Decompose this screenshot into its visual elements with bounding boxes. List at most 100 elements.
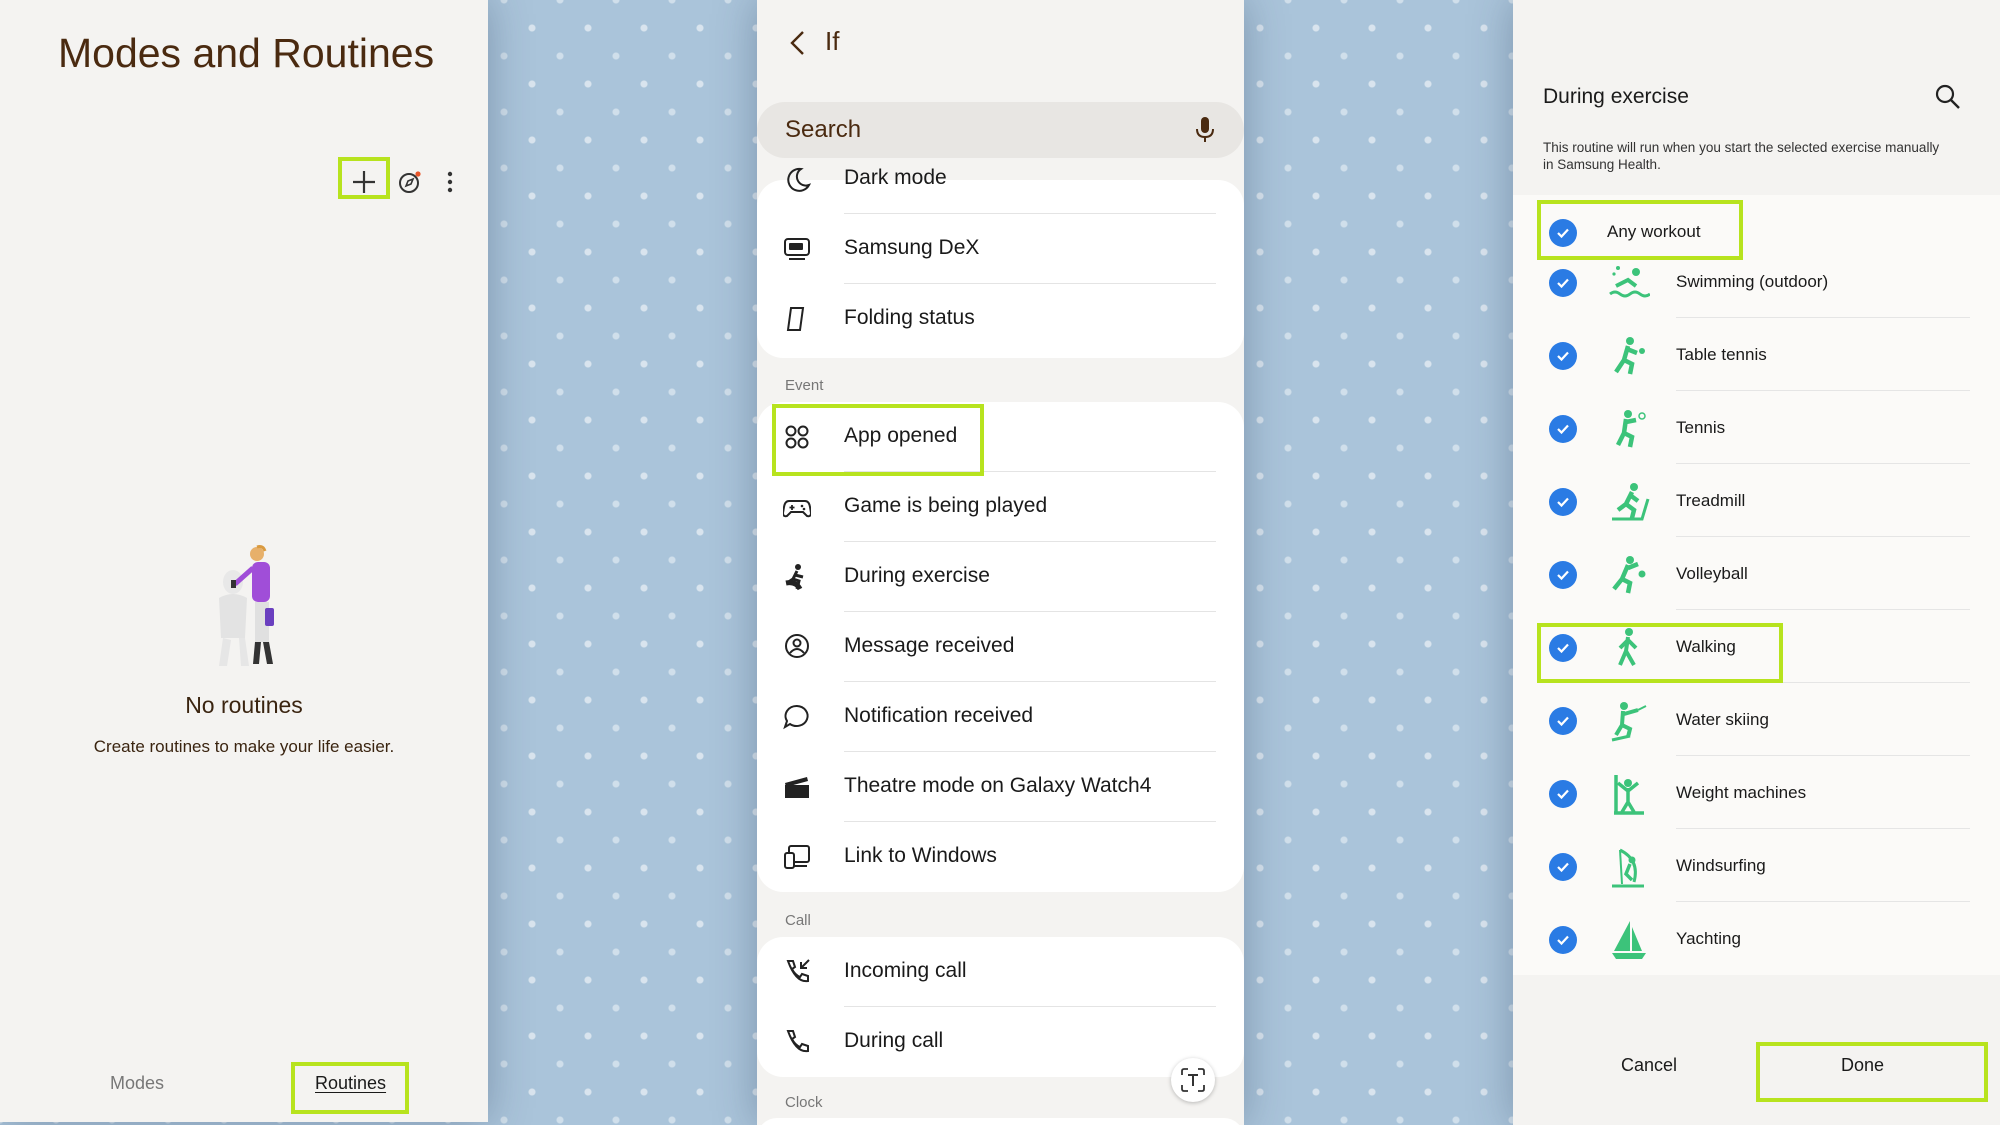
water-skiing-icon bbox=[1611, 702, 1647, 742]
volleyball-icon bbox=[1612, 556, 1646, 594]
highlight-add-button bbox=[338, 157, 390, 199]
clapperboard-icon bbox=[785, 777, 809, 798]
checkbox-checked[interactable] bbox=[1549, 926, 1577, 954]
swimming-icon bbox=[1609, 266, 1650, 298]
checkbox-checked[interactable] bbox=[1549, 561, 1577, 589]
if-conditions-screen: If Search Dark mode Samsung DeX Folding … bbox=[757, 0, 1244, 1125]
notification-bubble-icon bbox=[783, 704, 809, 730]
call-conditions-card: Incoming call During call bbox=[757, 937, 1244, 1077]
list-item-label: Link to Windows bbox=[844, 844, 997, 867]
list-item-label: Windsurfing bbox=[1676, 856, 1766, 875]
list-item-label: Notification received bbox=[844, 704, 1034, 727]
list-item-exercise[interactable]: Weight machines bbox=[1513, 756, 2000, 829]
list-item-label: Yachting bbox=[1676, 929, 1741, 948]
no-routines-illustration bbox=[219, 545, 274, 666]
gamepad-icon bbox=[783, 500, 811, 518]
check-icon bbox=[1557, 862, 1569, 873]
checkbox-checked[interactable] bbox=[1549, 269, 1577, 297]
list-item-label: Game is being played bbox=[844, 494, 1048, 517]
microphone-icon[interactable] bbox=[1194, 116, 1216, 144]
list-item-exercise[interactable]: Tennis bbox=[1513, 391, 2000, 464]
check-icon bbox=[1557, 716, 1569, 727]
empty-state-subtitle: Create routines to make your life easier… bbox=[93, 737, 395, 756]
tennis-icon bbox=[1615, 410, 1646, 448]
list-item-samsung-dex[interactable]: Samsung DeX bbox=[757, 214, 1244, 284]
section-header-event: Event bbox=[785, 377, 824, 394]
list-item-during-call[interactable]: During call bbox=[757, 1007, 1244, 1077]
checkbox-checked[interactable] bbox=[1549, 707, 1577, 735]
check-icon bbox=[1557, 935, 1569, 946]
discover-button[interactable] bbox=[388, 160, 432, 204]
highlight-done-button bbox=[1756, 1042, 1988, 1102]
weight-machines-icon bbox=[1614, 775, 1644, 815]
back-arrow-icon[interactable] bbox=[783, 26, 813, 60]
list-item-link-to-windows[interactable]: Link to Windows bbox=[757, 822, 1244, 892]
search-icon[interactable] bbox=[1933, 82, 1963, 112]
routines-screen: Modes and Routines No routines Create ro… bbox=[0, 0, 488, 1122]
check-icon bbox=[1557, 497, 1569, 508]
table-tennis-icon bbox=[1614, 337, 1645, 375]
checkbox-checked[interactable] bbox=[1549, 780, 1577, 808]
moon-icon bbox=[787, 167, 811, 192]
phone-icon bbox=[786, 1030, 809, 1053]
checkbox-checked[interactable] bbox=[1549, 415, 1577, 443]
highlight-routines-tab bbox=[291, 1062, 409, 1114]
compass-icon bbox=[399, 171, 421, 193]
list-item-incoming-call[interactable]: Incoming call bbox=[757, 937, 1244, 1007]
message-icon bbox=[785, 634, 809, 658]
header-title: If bbox=[825, 26, 840, 56]
dex-icon bbox=[784, 238, 810, 260]
list-item-label: Weight machines bbox=[1676, 783, 1807, 802]
exercise-list: Any workout Swimming (outdoor) Table tenn… bbox=[1513, 195, 2000, 975]
text-extract-button[interactable] bbox=[1171, 1058, 1215, 1102]
list-item-message-received[interactable]: Message received bbox=[757, 612, 1244, 682]
list-item-exercise[interactable]: Table tennis bbox=[1513, 318, 2000, 391]
page-title: Modes and Routines bbox=[58, 30, 435, 76]
description-text: This routine will run when you start the… bbox=[1543, 140, 1940, 172]
list-item-exercise[interactable]: Treadmill bbox=[1513, 464, 2000, 537]
list-item-game-played[interactable]: Game is being played bbox=[757, 472, 1244, 542]
list-item-notification-received[interactable]: Notification received bbox=[757, 682, 1244, 752]
list-item-exercise[interactable]: Volleyball bbox=[1513, 537, 2000, 610]
fold-phone-icon bbox=[786, 307, 805, 331]
list-item-label: Folding status bbox=[844, 306, 975, 329]
list-item-label: Message received bbox=[844, 634, 1015, 657]
list-item-label: Tennis bbox=[1676, 418, 1726, 437]
highlight-any-workout bbox=[1537, 200, 1743, 260]
highlight-walking bbox=[1537, 623, 1783, 683]
check-icon bbox=[1557, 424, 1569, 435]
highlight-app-opened bbox=[772, 404, 984, 476]
check-icon bbox=[1557, 351, 1569, 362]
list-item-folding-status[interactable]: Folding status bbox=[757, 284, 1244, 354]
check-icon bbox=[1557, 789, 1569, 800]
list-item-label: During call bbox=[844, 1029, 944, 1052]
list-item-label: During exercise bbox=[844, 564, 990, 587]
list-item-label: Water skiing bbox=[1676, 710, 1769, 729]
list-item-dark-mode[interactable]: Dark mode bbox=[757, 144, 1244, 214]
list-item-exercise[interactable]: Water skiing bbox=[1513, 683, 2000, 756]
checkbox-checked[interactable] bbox=[1549, 853, 1577, 881]
list-item-label: Swimming (outdoor) bbox=[1676, 272, 1829, 291]
clock-conditions-card bbox=[757, 1118, 1244, 1125]
checkbox-checked[interactable] bbox=[1549, 342, 1577, 370]
check-icon bbox=[1557, 278, 1569, 289]
list-item-label: Treadmill bbox=[1676, 491, 1746, 510]
list-item-exercise[interactable]: Yachting bbox=[1513, 902, 2000, 975]
checkbox-checked[interactable] bbox=[1549, 488, 1577, 516]
more-options-button[interactable] bbox=[428, 160, 472, 204]
exercise-icon bbox=[785, 564, 804, 591]
list-item-during-exercise[interactable]: During exercise bbox=[757, 542, 1244, 612]
list-item-label: Theatre mode on Galaxy Watch4 bbox=[844, 774, 1152, 797]
list-item-theatre-mode[interactable]: Theatre mode on Galaxy Watch4 bbox=[757, 752, 1244, 822]
list-item-label: Volleyball bbox=[1676, 564, 1748, 583]
nav-tab-modes[interactable]: Modes bbox=[110, 1073, 164, 1094]
section-header-call: Call bbox=[785, 912, 811, 929]
list-item-exercise[interactable]: Windsurfing bbox=[1513, 829, 2000, 902]
check-icon bbox=[1557, 570, 1569, 581]
search-input[interactable]: Search bbox=[785, 116, 861, 144]
list-item-label: Dark mode bbox=[844, 166, 947, 189]
incoming-call-icon bbox=[786, 959, 810, 983]
cancel-button[interactable]: Cancel bbox=[1621, 1055, 1677, 1076]
system-conditions-card: Dark mode Samsung DeX Folding status bbox=[757, 166, 1244, 358]
empty-state-title: No routines bbox=[185, 692, 303, 718]
